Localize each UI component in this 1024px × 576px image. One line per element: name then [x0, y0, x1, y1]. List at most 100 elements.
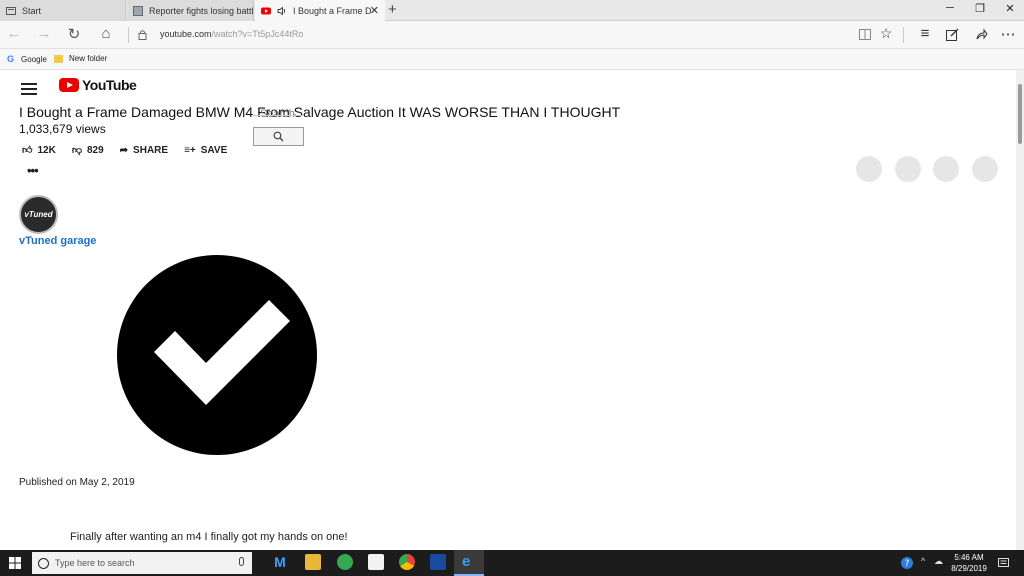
- dislike-count: 829: [86, 144, 104, 156]
- address-input[interactable]: youtube.com/watch?v=Tt5pJc44tRo: [160, 29, 303, 39]
- store-icon[interactable]: [368, 554, 384, 570]
- folder-icon: [54, 55, 63, 63]
- file-explorer-icon[interactable]: [305, 554, 321, 570]
- dislike-button[interactable]: 👎︎ 829: [71, 144, 104, 157]
- forward-button[interactable]: →: [34, 25, 54, 42]
- favorite-google[interactable]: G Google: [7, 54, 47, 64]
- page-icon: [133, 5, 143, 16]
- google-icon: G: [7, 54, 15, 64]
- save-label: SAVE: [200, 144, 228, 156]
- search-icon: [273, 131, 284, 142]
- playlist-add-icon: ≡+: [184, 144, 196, 156]
- placeholder-circle: [971, 156, 998, 182]
- hub-icon[interactable]: ≡: [915, 25, 935, 42]
- tab-youtube[interactable]: I Bought a Frame D ✕: [255, 0, 385, 21]
- back-button[interactable]: ←: [4, 25, 24, 42]
- placeholder-circle: [856, 156, 882, 182]
- tripadvisor-icon[interactable]: [337, 554, 353, 570]
- edge-icon: e: [462, 553, 471, 570]
- favorite-label: New folder: [69, 54, 108, 63]
- taskbar: Type here to search M e ? ^ ☁ 5:46 AM 8/…: [0, 550, 1024, 576]
- youtube-icon: [261, 7, 271, 14]
- address-bar-row: ← → ↻ ⌂ youtube.com/watch?v=Tt5pJc44tRo …: [0, 21, 1024, 49]
- speaker-icon[interactable]: [277, 6, 287, 16]
- scrollbar-thumb[interactable]: [1018, 84, 1022, 144]
- youtube-play-icon: [59, 78, 79, 92]
- share-arrow-icon: ➦: [119, 144, 129, 156]
- clock[interactable]: 5:46 AM 8/29/2019: [948, 552, 990, 574]
- logo-text: YouTube: [82, 77, 137, 93]
- publish-date: Published on May 2, 2019: [19, 477, 135, 488]
- video-actions: 👍︎ 12K 👎︎ 829 ➦ SHARE ≡+ SAVE: [22, 144, 243, 157]
- home-button[interactable]: ⌂: [96, 25, 116, 42]
- favorite-new-folder[interactable]: New folder: [54, 54, 107, 63]
- divider: [128, 27, 129, 43]
- search-button[interactable]: [253, 127, 304, 146]
- show-hidden-icons[interactable]: ^: [921, 556, 925, 566]
- tab-label: Reporter fights losing battle: [149, 5, 253, 16]
- share-button[interactable]: ➦ SHARE: [120, 145, 168, 156]
- placeholder-circle: [933, 156, 959, 182]
- thumbs-up-icon: 👍︎: [22, 145, 33, 156]
- tab-strip: Start Reporter fights losing battle I Bo…: [0, 0, 1024, 21]
- refresh-button[interactable]: ↻: [64, 25, 84, 43]
- video-title: I Bought a Frame Damaged BMW M4 From Sal…: [19, 104, 621, 120]
- channel-avatar[interactable]: vTuned: [19, 195, 58, 234]
- video-description: Finally after wanting an m4 I finally go…: [70, 531, 348, 543]
- save-button[interactable]: ≡+ SAVE: [184, 145, 227, 156]
- windows-start-icon[interactable]: [9, 557, 21, 569]
- divider: [903, 27, 904, 43]
- tab-label: I Bought a Frame D: [293, 5, 372, 16]
- search-input[interactable]: Search: [260, 108, 295, 120]
- share-label: SHARE: [133, 144, 169, 156]
- url-path: /watch?v=Tt5pJc44tRo: [211, 29, 304, 39]
- new-tab-button[interactable]: +: [388, 1, 397, 18]
- edge-taskbar-button[interactable]: e: [454, 550, 484, 576]
- microphone-icon[interactable]: [239, 557, 244, 566]
- more-menu-icon[interactable]: ⋯: [998, 25, 1018, 43]
- like-button[interactable]: 👍︎ 12K: [22, 144, 56, 157]
- more-actions-button[interactable]: •••: [27, 163, 39, 178]
- clock-date: 8/29/2019: [951, 564, 987, 573]
- placeholder-circle: [894, 156, 921, 182]
- favorite-star-icon[interactable]: ☆: [876, 25, 896, 42]
- share-icon[interactable]: [975, 28, 988, 41]
- tab-reporter[interactable]: Reporter fights losing battle: [127, 0, 254, 21]
- web-note-icon[interactable]: [946, 28, 959, 41]
- channel-name-link[interactable]: vTuned garage: [19, 235, 96, 247]
- close-window-button[interactable]: ✕: [1000, 2, 1020, 15]
- tab-start[interactable]: Start: [0, 0, 126, 21]
- network-icon[interactable]: ☁: [934, 556, 943, 567]
- tab-label: Start: [22, 5, 42, 16]
- placeholder-circles: [856, 156, 1010, 182]
- lock-icon: [138, 30, 147, 40]
- youtube-logo[interactable]: YouTube: [59, 77, 137, 93]
- url-domain: youtube.com: [160, 29, 212, 39]
- checkmark-icon: [117, 255, 317, 455]
- help-icon[interactable]: ?: [900, 556, 914, 572]
- search-underline: [253, 115, 304, 116]
- clock-time: 5:46 AM: [954, 553, 984, 562]
- minimize-button[interactable]: ─: [940, 2, 960, 14]
- view-count: 1,033,679 views: [19, 122, 106, 136]
- chrome-icon[interactable]: [399, 554, 415, 570]
- restore-button[interactable]: ❐: [970, 2, 990, 15]
- scrollbar[interactable]: [1016, 70, 1024, 550]
- taskbar-search-input[interactable]: Type here to search: [32, 552, 252, 574]
- reading-view-icon[interactable]: [859, 29, 871, 40]
- web-page: YouTube I Bought a Frame Damaged BMW M4 …: [0, 70, 1016, 550]
- hamburger-menu-icon[interactable]: [21, 83, 37, 95]
- malwarebytes-icon[interactable]: M: [272, 554, 288, 570]
- cortana-icon: [38, 557, 49, 569]
- weather-channel-icon[interactable]: [430, 554, 446, 570]
- taskbar-search-placeholder: Type here to search: [55, 558, 135, 568]
- thumbs-down-icon: 👎︎: [71, 145, 82, 156]
- close-tab-icon[interactable]: ✕: [370, 4, 379, 17]
- favorite-label: Google: [21, 54, 47, 64]
- action-center-icon[interactable]: [998, 558, 1009, 568]
- avatar-text: vTuned: [24, 210, 53, 219]
- like-count: 12K: [37, 144, 56, 156]
- svg-text:?: ?: [905, 559, 910, 569]
- start-page-icon: [6, 6, 16, 15]
- favorites-bar: G Google New folder: [0, 49, 1024, 70]
